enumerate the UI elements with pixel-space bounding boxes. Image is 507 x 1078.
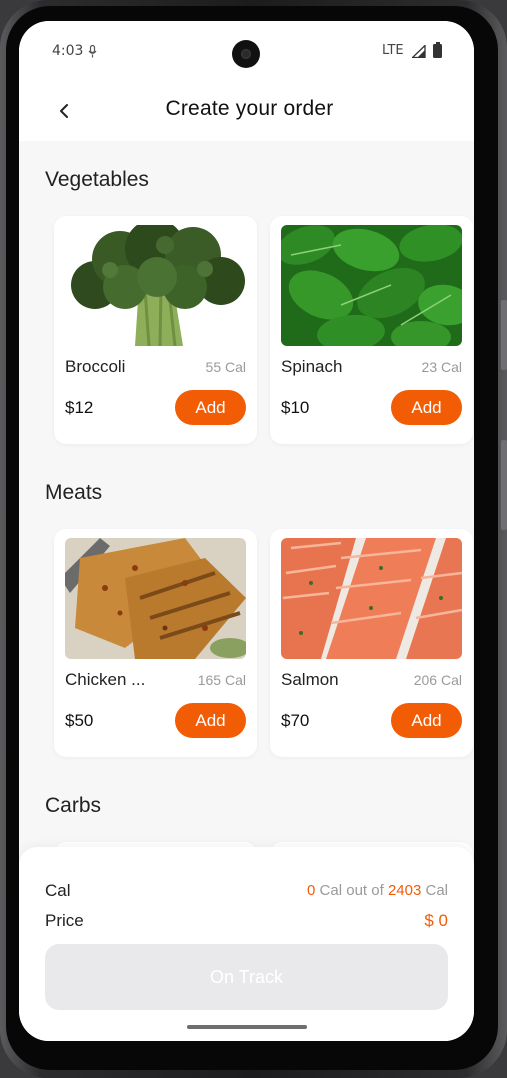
item-price: $10 (281, 398, 310, 417)
chicken-image (65, 538, 246, 659)
section-title-carbs: Carbs (45, 794, 102, 817)
item-calories: 165 Cal (197, 672, 246, 688)
cal-label: Cal (45, 881, 71, 900)
price-total: $ 0 (424, 911, 448, 930)
front-camera (232, 40, 260, 68)
item-price: $70 (281, 711, 310, 730)
status-bar: 4:03 LTE (19, 21, 474, 81)
food-card-spinach[interactable]: Spinach 23 Cal $10 Add (270, 216, 473, 444)
mic-icon (88, 45, 97, 58)
add-button[interactable]: Add (391, 703, 462, 738)
signal-icon (412, 45, 426, 58)
network-type: LTE (382, 43, 404, 58)
section-title-vegetables: Vegetables (45, 168, 149, 191)
food-card-salmon[interactable]: Salmon 206 Cal $70 Add (270, 529, 473, 757)
add-button[interactable]: Add (175, 703, 246, 738)
broccoli-image (65, 225, 246, 346)
item-name: Spinach (281, 357, 343, 376)
battery-icon (433, 42, 442, 58)
calorie-separator: Cal out of (315, 882, 388, 899)
app-header: Create your order (19, 81, 474, 141)
food-card-chicken[interactable]: Chicken ... 165 Cal $50 Add (54, 529, 257, 757)
page-title: Create your order (165, 97, 334, 120)
salmon-image (281, 538, 462, 659)
item-calories: 23 Cal (421, 359, 462, 375)
section-title-meats: Meats (45, 481, 103, 504)
phone-frame: 4:03 LTE Create your order Vegetables Br… (0, 0, 507, 1078)
item-price: $50 (65, 711, 94, 730)
add-button[interactable]: Add (391, 390, 462, 425)
status-time: 4:03 (52, 43, 84, 59)
calorie-unit: Cal (421, 882, 448, 899)
volume-button (501, 300, 507, 370)
item-calories: 55 Cal (205, 359, 246, 375)
item-price: $12 (65, 398, 94, 417)
item-name: Broccoli (65, 357, 126, 376)
app-screen: 4:03 LTE Create your order Vegetables Br… (19, 21, 474, 1041)
item-name: Chicken ... (65, 670, 146, 689)
order-summary-panel: Cal 0 Cal out of 2403 Cal Price $ 0 On T… (19, 847, 474, 1041)
home-indicator (187, 1025, 307, 1029)
item-name: Salmon (281, 670, 339, 689)
food-card-broccoli[interactable]: Broccoli 55 Cal $12 Add (54, 216, 257, 444)
price-label: Price (45, 911, 84, 930)
item-calories: 206 Cal (413, 672, 462, 688)
calorie-target: 2403 (387, 882, 422, 899)
calorie-summary: 0 Cal out of 2403 Cal (307, 882, 448, 899)
on-track-button[interactable]: On Track (45, 944, 448, 1010)
spinach-image (281, 225, 462, 346)
power-button (501, 440, 507, 530)
add-button[interactable]: Add (175, 390, 246, 425)
